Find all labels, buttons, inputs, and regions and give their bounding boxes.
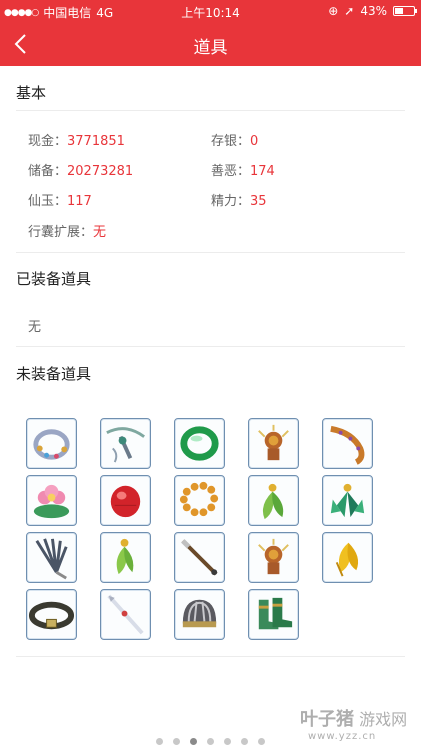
item-slot[interactable]: [100, 475, 151, 526]
item-slot[interactable]: [174, 532, 225, 583]
divider: [16, 252, 405, 253]
battery-icon: [393, 6, 417, 16]
jeweled-ring-icon: [33, 429, 70, 460]
page-dot[interactable]: [224, 738, 231, 745]
item-slot[interactable]: [248, 532, 299, 583]
item-slot[interactable]: [26, 418, 77, 469]
striped-helmet-icon: [182, 599, 217, 628]
gold-leaf-icon: [335, 542, 359, 577]
item-slot[interactable]: [174, 475, 225, 526]
stat-bag-expansion: 行囊扩展：无: [28, 225, 107, 240]
page-dot[interactable]: [173, 738, 180, 745]
item-slot[interactable]: [100, 532, 151, 583]
leaf-pendant-icon: [262, 483, 284, 520]
golden-charm-icon: [258, 424, 289, 461]
stat-jade: 仙玉：117: [28, 194, 92, 209]
belt-icon: [28, 601, 75, 630]
item-slot[interactable]: [248, 418, 299, 469]
section-title-equipped: 已装备道具: [16, 270, 92, 288]
feather-fan-icon: [35, 538, 68, 580]
divider: [16, 110, 405, 111]
stat-cash: 现金：3771851: [28, 134, 125, 149]
status-bar: ●●●●○ 中国电信 4G 上午10:14 ⊕ ➚ 43%: [0, 0, 421, 22]
white-spear-icon: [107, 594, 144, 635]
stat-karma: 善恶：174: [211, 164, 275, 179]
page-dot[interactable]: [258, 738, 265, 745]
item-slot[interactable]: [322, 418, 373, 469]
navigation-bar: 道具: [0, 22, 421, 66]
location-arrow-icon: ➚: [344, 4, 355, 18]
item-slot[interactable]: [26, 532, 77, 583]
stat-energy: 精力：35: [211, 194, 267, 209]
watermark-logo: 叶子猪 游戏网 www.yzz.cn: [300, 709, 408, 742]
golden-beads-icon: [179, 481, 219, 517]
equipped-empty-text: 无: [28, 320, 42, 335]
staff-weapon-icon: [181, 539, 218, 576]
stat-reserve: 储备：20273281: [28, 164, 134, 179]
item-slot[interactable]: [322, 475, 373, 526]
item-slot[interactable]: [100, 589, 151, 640]
lock-rotation-icon: ⊕: [328, 4, 339, 18]
item-slot[interactable]: [248, 589, 299, 640]
stat-bank-deposit: 存银：0: [211, 134, 259, 149]
item-slot[interactable]: [174, 589, 225, 640]
item-slot[interactable]: [26, 475, 77, 526]
item-slot[interactable]: [100, 418, 151, 469]
page-dot[interactable]: [156, 738, 163, 745]
item-slot[interactable]: [26, 589, 77, 640]
divider: [16, 656, 405, 657]
red-gem-icon: [110, 485, 141, 518]
sash-ribbon-icon: [330, 425, 365, 465]
page-dot[interactable]: [190, 738, 197, 745]
page-dot[interactable]: [207, 738, 214, 745]
section-title-unequipped: 未装备道具: [16, 365, 92, 383]
battery-percent: 43%: [360, 4, 387, 18]
green-gem-cluster-icon: [330, 483, 365, 518]
section-title-basic: 基本: [16, 84, 47, 102]
green-boots-icon: [258, 597, 293, 630]
jade-bracelet-icon: [180, 426, 219, 461]
sword-necklace-icon: [106, 427, 145, 463]
item-slot[interactable]: [174, 418, 225, 469]
item-slot[interactable]: [248, 475, 299, 526]
leaf-earring-icon: [116, 538, 134, 575]
page-dot[interactable]: [241, 738, 248, 745]
golden-charm-icon: [258, 538, 289, 575]
page-title: 道具: [193, 38, 228, 58]
lotus-flower-icon: [33, 484, 70, 519]
divider: [16, 346, 405, 347]
item-slot[interactable]: [322, 532, 373, 583]
